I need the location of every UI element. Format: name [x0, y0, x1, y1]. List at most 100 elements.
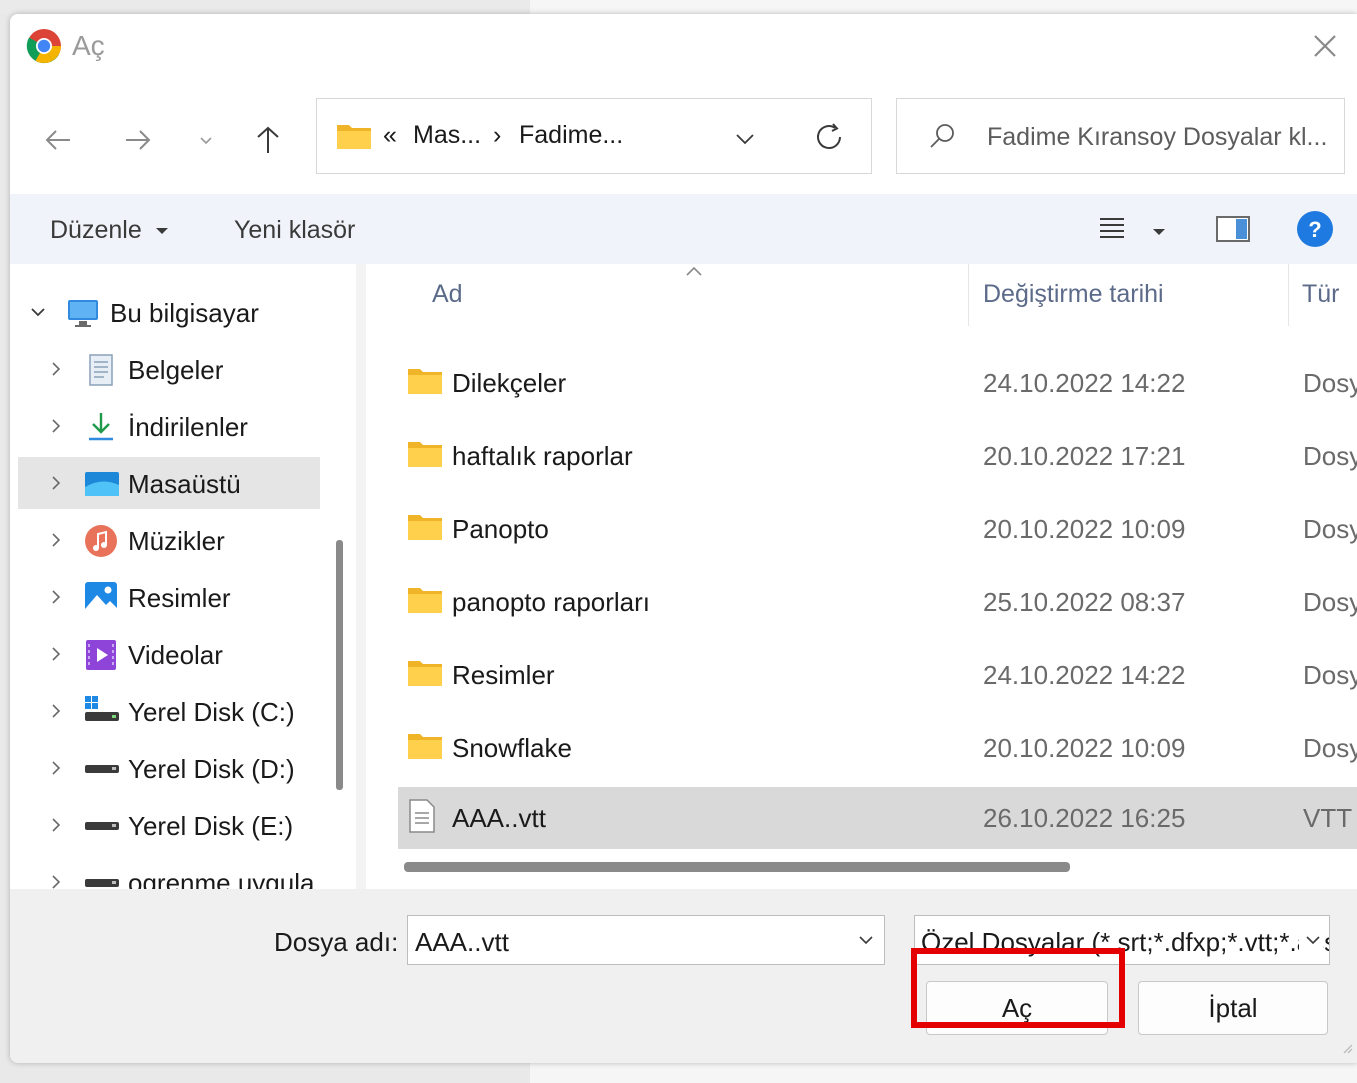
recent-locations-button[interactable]: [186, 120, 226, 160]
sidebar-item-label: Masaüstü: [128, 469, 241, 499]
chevron-down-icon: [1306, 936, 1320, 945]
preview-pane-button[interactable]: [1216, 216, 1250, 247]
file-name: AAA..vtt: [452, 803, 546, 833]
resize-grip-icon[interactable]: [1341, 1041, 1353, 1059]
address-bar[interactable]: « Mas... › Fadime...: [316, 98, 872, 174]
folder-icon: [408, 733, 442, 764]
open-button[interactable]: Aç: [926, 981, 1108, 1035]
sidebar-item-documents[interactable]: Belgeler: [10, 343, 320, 395]
drive-icon: [84, 752, 119, 786]
breadcrumb-separator[interactable]: ›: [493, 121, 501, 150]
file-row[interactable]: Dilekçeler 24.10.2022 14:22 Dosya: [398, 352, 1357, 414]
address-dropdown-button[interactable]: [733, 127, 757, 156]
forward-button[interactable]: [118, 120, 158, 160]
sidebar-item-label: Yerel Disk (E:): [128, 811, 294, 841]
sidebar-item-disk-d[interactable]: Yerel Disk (D:): [10, 742, 320, 794]
drive-icon: [84, 809, 119, 843]
help-button[interactable]: ?: [1296, 210, 1334, 253]
filename-value[interactable]: AAA..vtt: [415, 927, 509, 958]
music-icon: [84, 524, 118, 558]
arrow-up-icon: [257, 126, 279, 153]
chevron-right-icon: [52, 875, 61, 889]
new-folder-button[interactable]: Yeni klasör: [234, 216, 355, 245]
refresh-button[interactable]: [813, 121, 845, 158]
file-type: Dosya: [1303, 514, 1357, 544]
sidebar-item-downloads[interactable]: İndirilenler: [10, 400, 320, 452]
view-options-button[interactable]: [1098, 214, 1126, 247]
file-name: Dilekçeler: [452, 368, 567, 398]
sidebar-item-desktop[interactable]: Masaüstü: [18, 457, 320, 509]
column-divider[interactable]: [968, 264, 969, 326]
file-row[interactable]: Panopto 20.10.2022 10:09 Dosya: [398, 498, 1357, 560]
sidebar-item-label: Belgeler: [128, 355, 224, 385]
sidebar-item-disk-e[interactable]: Yerel Disk (E:): [10, 799, 320, 851]
file-name: panopto raporları: [452, 587, 651, 617]
organize-button[interactable]: Düzenle: [50, 216, 169, 245]
text-file-icon: [408, 799, 436, 838]
drive-icon: [84, 866, 119, 889]
svg-text:?: ?: [1308, 217, 1321, 242]
sidebar-item-ogrenme[interactable]: ogrenme uygula: [10, 856, 320, 889]
sidebar-scrollbar[interactable]: [336, 540, 343, 790]
file-name: Resimler: [452, 660, 555, 690]
search-input[interactable]: Fadime Kıransoy Dosyalar kl...: [896, 98, 1345, 174]
sidebar-item-this-pc[interactable]: Bu bilgisayar: [10, 286, 320, 338]
navigation-bar: « Mas... › Fadime... Fadime Kıransoy Dos…: [10, 84, 1357, 194]
column-divider[interactable]: [1288, 264, 1289, 326]
file-date: 24.10.2022 14:22: [983, 368, 1186, 398]
open-file-dialog: Aç « Mas... › Fadime... Fadime Kıransoy …: [10, 14, 1357, 1063]
file-type-dropdown-button[interactable]: [1299, 930, 1323, 955]
documents-icon: [84, 353, 118, 387]
videos-icon: [84, 638, 118, 672]
background-window: [530, 1063, 1357, 1083]
cancel-button[interactable]: İptal: [1138, 981, 1328, 1035]
file-row[interactable]: haftalık raporlar 20.10.2022 17:21 Dosya: [398, 425, 1357, 487]
title-bar: Aç: [10, 14, 1357, 84]
search-icon: [927, 121, 957, 156]
chevron-right-icon: [52, 533, 61, 547]
sidebar-item-disk-c[interactable]: Yerel Disk (C:): [10, 685, 320, 737]
organize-label: Düzenle: [50, 216, 142, 244]
file-name: haftalık raporlar: [452, 441, 633, 471]
help-icon: ?: [1297, 211, 1333, 247]
breadcrumb-desktop[interactable]: Mas...: [413, 121, 481, 150]
file-list[interactable]: Ad Değiştirme tarihi Tür Dilekçeler 24.1…: [366, 264, 1357, 889]
close-button[interactable]: [1307, 28, 1343, 64]
file-type: VTT: [1303, 803, 1353, 833]
view-dropdown-button[interactable]: [1152, 224, 1166, 242]
chevron-right-icon: [52, 362, 61, 376]
file-row[interactable]: Resimler 24.10.2022 14:22 Dosya: [398, 644, 1357, 706]
file-row[interactable]: Snowflake 20.10.2022 10:09 Dosya: [398, 717, 1357, 779]
chevron-down-icon: [859, 936, 873, 945]
column-header-name[interactable]: Ad: [432, 280, 463, 309]
sidebar-item-pictures[interactable]: Resimler: [10, 571, 320, 623]
sidebar-item-music[interactable]: Müzikler: [10, 514, 320, 566]
file-date: 26.10.2022 16:25: [983, 803, 1186, 833]
file-row-selected[interactable]: AAA..vtt 26.10.2022 16:25 VTT: [398, 787, 1357, 849]
horizontal-scrollbar[interactable]: [404, 862, 1070, 872]
back-button[interactable]: [38, 120, 78, 160]
column-header-date[interactable]: Değiştirme tarihi: [983, 280, 1164, 309]
up-button[interactable]: [248, 120, 288, 160]
chevron-right-icon: [52, 704, 61, 718]
sidebar-item-label: Bu bilgisayar: [110, 298, 259, 328]
file-type-select[interactable]: Özel Dosyalar (*.srt;*.dfxp;*.vtt;*.ass): [914, 915, 1330, 965]
computer-icon: [66, 296, 100, 330]
chevron-right-icon: [52, 647, 61, 661]
sidebar-item-videos[interactable]: Videolar: [10, 628, 320, 680]
address-overflow[interactable]: «: [383, 121, 397, 150]
filename-field[interactable]: AAA..vtt: [407, 915, 885, 965]
file-row[interactable]: panopto raporları 25.10.2022 08:37 Dosya: [398, 571, 1357, 633]
chevron-right-icon: [52, 818, 61, 832]
breadcrumb-folder[interactable]: Fadime...: [519, 121, 623, 150]
file-date: 20.10.2022 17:21: [983, 441, 1186, 471]
navigation-pane[interactable]: Bu bilgisayar Belgeler İndirilenler Masa…: [10, 264, 356, 889]
folder-icon: [408, 587, 442, 618]
chevron-right-icon: [52, 590, 61, 604]
downloads-icon: [84, 410, 118, 444]
chevron-down-icon: [31, 308, 45, 317]
column-header-type[interactable]: Tür: [1302, 280, 1340, 309]
chrome-icon: [26, 28, 62, 64]
filename-dropdown-button[interactable]: [856, 930, 876, 955]
caret-down-icon: [155, 228, 168, 235]
